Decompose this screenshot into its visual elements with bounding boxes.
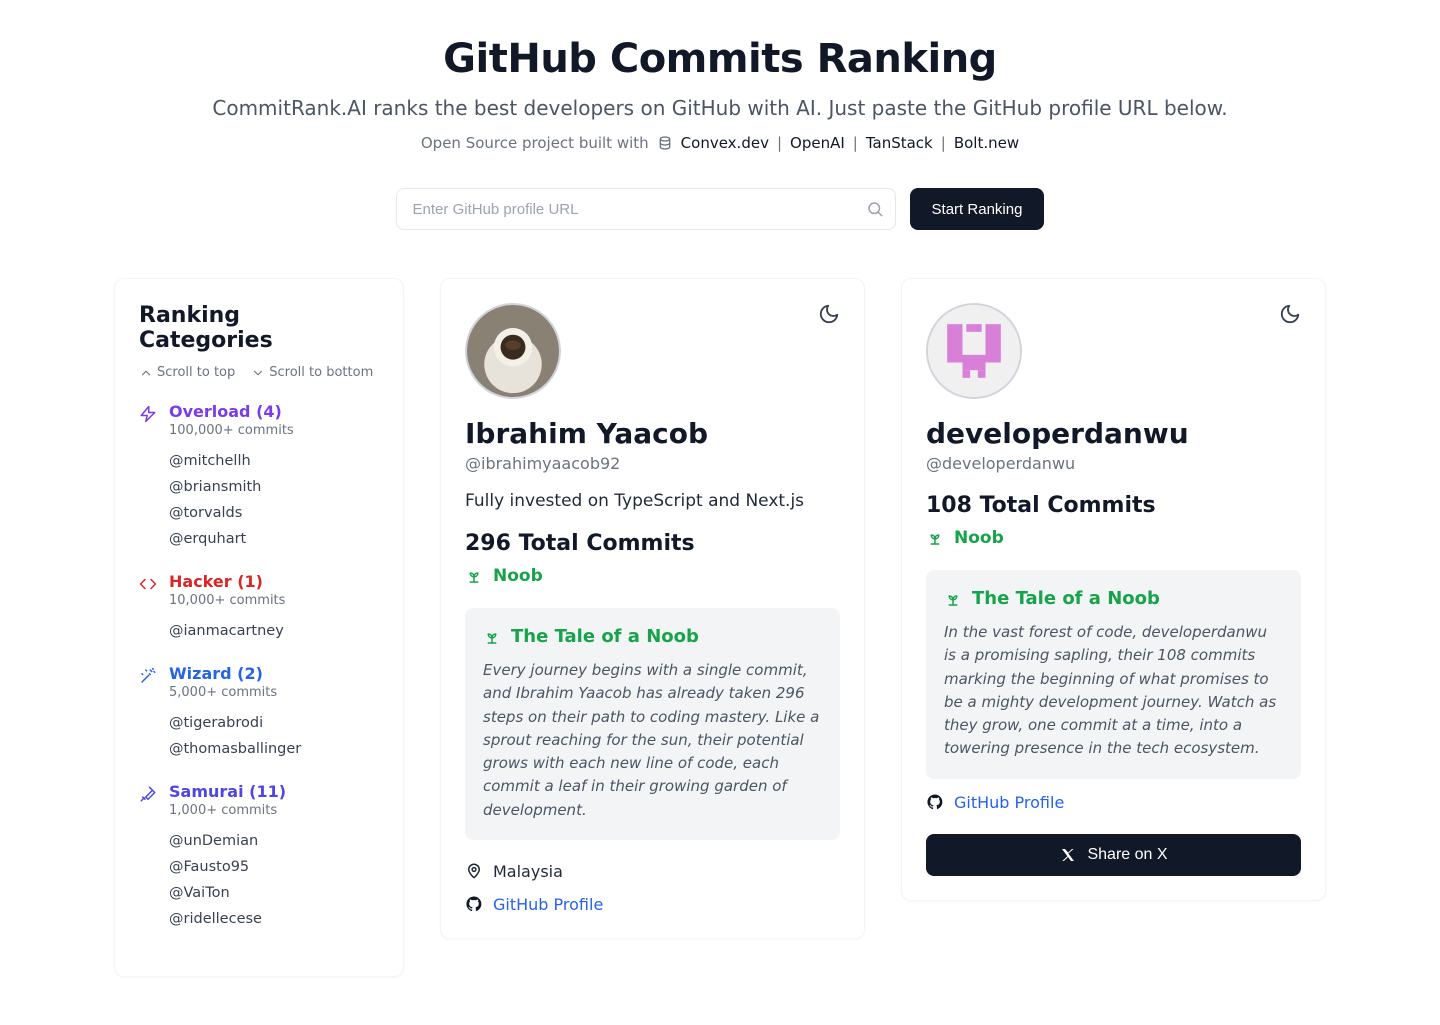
rank-label: Noob [954, 528, 1004, 548]
tale-title: The Tale of a Noob [972, 588, 1160, 609]
x-icon [1059, 846, 1077, 864]
total-commits: 296 Total Commits [465, 531, 840, 556]
profile-location: Malaysia [493, 862, 563, 881]
github-icon [465, 895, 483, 913]
chevron-down-icon [251, 366, 265, 380]
category-user[interactable]: @VaiTon [169, 880, 379, 906]
category-title[interactable]: Overload (4) [169, 402, 294, 421]
credit-openai[interactable]: OpenAI [790, 134, 845, 152]
zap-icon [139, 405, 157, 423]
page-title: GitHub Commits Ranking [114, 36, 1326, 82]
sprout-icon [465, 567, 483, 585]
tale-body: In the vast forest of code, developerdan… [944, 621, 1283, 761]
category-user[interactable]: @ridellecese [169, 906, 379, 932]
profile-card: Ibrahim Yaacob @ibrahimyaacob92 Fully in… [440, 278, 865, 939]
category-user[interactable]: @thomasballinger [169, 736, 379, 762]
sprout-icon [926, 529, 944, 547]
profile-handle: @developerdanwu [926, 454, 1301, 473]
profile-name: developerdanwu [926, 417, 1301, 450]
category-subtitle: 100,000+ commits [169, 423, 294, 438]
category-title[interactable]: Hacker (1) [169, 572, 285, 591]
sword-icon [139, 785, 157, 803]
category-subtitle: 10,000+ commits [169, 593, 285, 608]
scroll-to-top[interactable]: Scroll to top [139, 365, 235, 380]
avatar [465, 303, 561, 399]
category-user[interactable]: @erquhart [169, 526, 379, 552]
category-title[interactable]: Wizard (2) [169, 664, 277, 683]
credit-tanstack[interactable]: TanStack [866, 134, 933, 152]
theme-toggle-icon[interactable] [818, 303, 840, 325]
scroll-to-bottom[interactable]: Scroll to bottom [251, 365, 373, 380]
separator: | [777, 134, 782, 152]
profile-card: developerdanwu @developerdanwu 108 Total… [901, 278, 1326, 901]
category-subtitle: 1,000+ commits [169, 803, 286, 818]
theme-toggle-icon[interactable] [1279, 303, 1301, 325]
rank-label: Noob [493, 566, 543, 586]
code-icon [139, 575, 157, 593]
tale-title: The Tale of a Noob [511, 626, 699, 647]
chevron-up-icon [139, 366, 153, 380]
github-profile-link[interactable]: GitHub Profile [493, 895, 603, 914]
sidebar-title: Ranking Categories [139, 303, 379, 353]
start-ranking-button[interactable]: Start Ranking [910, 188, 1045, 230]
category-user[interactable]: @briansmith [169, 474, 379, 500]
github-url-input[interactable] [396, 188, 896, 230]
profile-name: Ibrahim Yaacob [465, 417, 840, 450]
separator: | [853, 134, 858, 152]
profile-handle: @ibrahimyaacob92 [465, 454, 840, 473]
page-subtitle: CommitRank.AI ranks the best developers … [114, 96, 1326, 120]
category-title[interactable]: Samurai (11) [169, 782, 286, 801]
profile-bio: Fully invested on TypeScript and Next.js [465, 491, 840, 511]
category-user[interactable]: @ianmacartney [169, 618, 379, 644]
built-with-prefix: Open Source project built with [421, 134, 649, 152]
total-commits: 108 Total Commits [926, 493, 1301, 518]
wand-icon [139, 667, 157, 685]
database-icon [657, 135, 673, 151]
tale-body: Every journey begins with a single commi… [483, 659, 822, 822]
github-profile-link[interactable]: GitHub Profile [954, 793, 1064, 812]
sprout-icon [483, 628, 501, 646]
search-icon [866, 200, 884, 218]
scroll-bottom-label: Scroll to bottom [269, 365, 373, 380]
share-label: Share on X [1087, 846, 1167, 864]
tale-panel: The Tale of a Noob In the vast forest of… [926, 570, 1301, 779]
map-pin-icon [465, 862, 483, 880]
sprout-icon [944, 590, 962, 608]
category-user[interactable]: @torvalds [169, 500, 379, 526]
share-on-x-button[interactable]: Share on X [926, 834, 1301, 876]
avatar [926, 303, 1022, 399]
github-icon [926, 793, 944, 811]
category-user[interactable]: @tigerabrodi [169, 710, 379, 736]
tale-panel: The Tale of a Noob Every journey begins … [465, 608, 840, 840]
category-user[interactable]: @mitchellh [169, 448, 379, 474]
category-subtitle: 5,000+ commits [169, 685, 277, 700]
category-user[interactable]: @Fausto95 [169, 854, 379, 880]
credits-line: Open Source project built with Convex.de… [114, 134, 1326, 152]
category-user[interactable]: @unDemian [169, 828, 379, 854]
credit-boltnew[interactable]: Bolt.new [954, 134, 1019, 152]
separator: | [941, 134, 946, 152]
scroll-top-label: Scroll to top [157, 365, 235, 380]
ranking-categories-panel: Ranking Categories Scroll to top Scroll … [114, 278, 404, 977]
credit-convex[interactable]: Convex.dev [681, 134, 769, 152]
